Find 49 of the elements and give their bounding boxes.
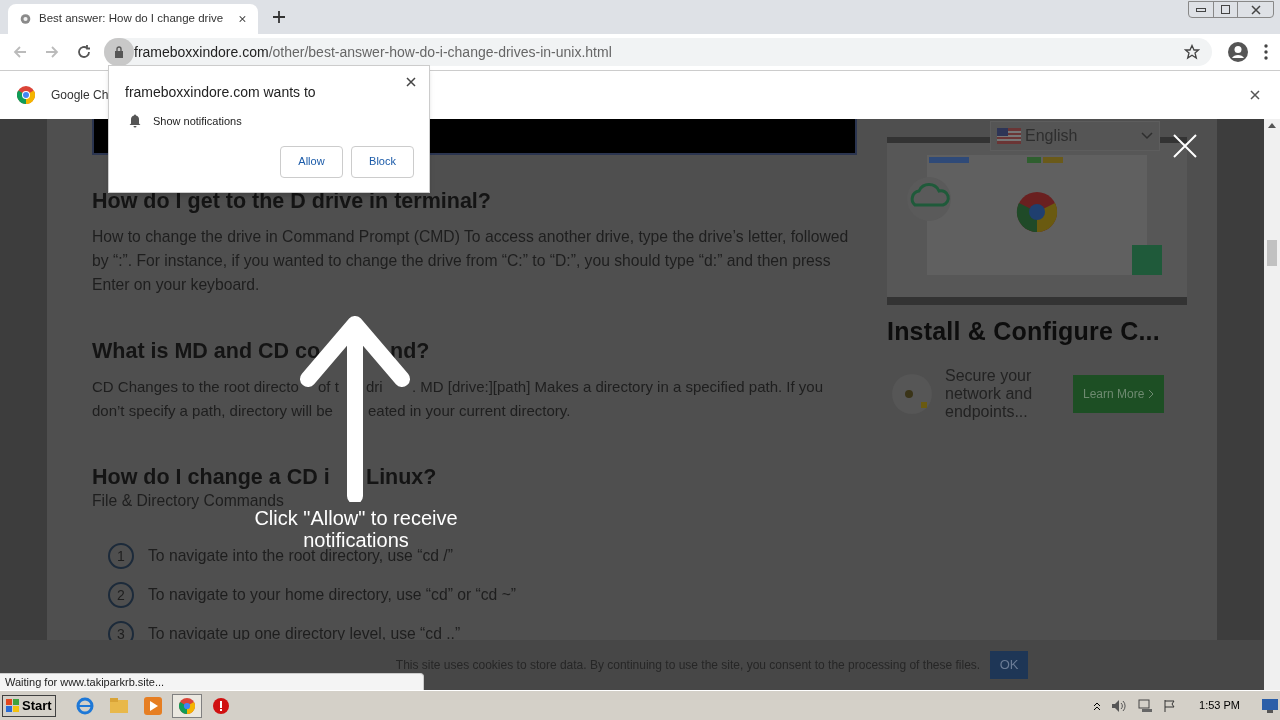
network-icon[interactable] xyxy=(1137,698,1154,713)
status-bubble: Waiting for www.takiparkrb.site... xyxy=(0,673,424,690)
address-field[interactable]: frameboxxindore.com/other/best-answer-how-do-i-change-drives-in-unix.html xyxy=(104,38,1212,66)
menu-icon[interactable] xyxy=(1264,44,1268,60)
speaker-icon[interactable] xyxy=(1111,698,1128,713)
close-icon[interactable] xyxy=(1250,4,1261,15)
stop-icon[interactable] xyxy=(211,696,230,715)
section-heading: nd? xyxy=(390,338,430,365)
chrome-logo-icon xyxy=(17,86,35,104)
chevron-icon xyxy=(1141,132,1153,140)
block-button[interactable]: Block xyxy=(351,145,414,178)
url-text: frameboxxindore.com/other/best-answer-how-do-i-change-drives-in-unix.html xyxy=(134,42,612,62)
popup-title: frameboxxindore.com wants to xyxy=(125,83,316,102)
browser-icon[interactable] xyxy=(75,696,94,715)
scroll-thumb[interactable] xyxy=(1267,240,1277,266)
chevron-icon xyxy=(1148,388,1155,399)
scroll-up-icon[interactable] xyxy=(1268,123,1276,128)
browser-tab[interactable]: Best answer: How do I change drive xyxy=(8,4,258,34)
close-icon[interactable] xyxy=(1250,90,1260,100)
clock[interactable]: 1:53 PM xyxy=(1199,697,1240,714)
flag-icon[interactable] xyxy=(1163,698,1178,713)
favicon-icon xyxy=(20,11,31,27)
bell-icon xyxy=(129,114,141,129)
section-heading: How do I change a CD i xyxy=(92,464,330,491)
chrome-logo-icon xyxy=(178,697,195,714)
section-heading: Linux? xyxy=(366,464,437,491)
allow-hint: Click "Allow" to receive notifications xyxy=(254,507,459,551)
tab-title: Best answer: How do I change drive xyxy=(39,11,224,27)
reload-icon[interactable] xyxy=(76,44,92,60)
flag-icon xyxy=(997,128,1021,144)
account-icon[interactable] xyxy=(1228,42,1248,62)
allow-button[interactable]: Allow xyxy=(280,145,343,178)
lock-icon[interactable] xyxy=(114,46,124,58)
start-button[interactable]: Start xyxy=(2,694,56,717)
infobar-text: Google Ch xyxy=(51,87,109,104)
scrollbar[interactable] xyxy=(1264,119,1280,690)
close-icon[interactable] xyxy=(239,14,246,24)
ad-title: Install & Configure C... xyxy=(887,316,1161,347)
close-icon[interactable] xyxy=(406,77,416,87)
show-desktop-icon[interactable] xyxy=(1262,698,1278,713)
media-player-icon[interactable] xyxy=(143,696,162,715)
new-tab-icon[interactable] xyxy=(272,10,286,24)
windows-logo-icon xyxy=(6,698,20,713)
chrome-taskbar-button[interactable] xyxy=(171,693,202,718)
section-heading: What is MD and CD co xyxy=(92,338,321,365)
tray-arrow-icon[interactable] xyxy=(1093,700,1102,711)
star-icon[interactable] xyxy=(1184,44,1200,60)
permission-text: Show notifications xyxy=(153,114,242,129)
section-heading: How do I get to the D drive in terminal? xyxy=(92,188,491,215)
